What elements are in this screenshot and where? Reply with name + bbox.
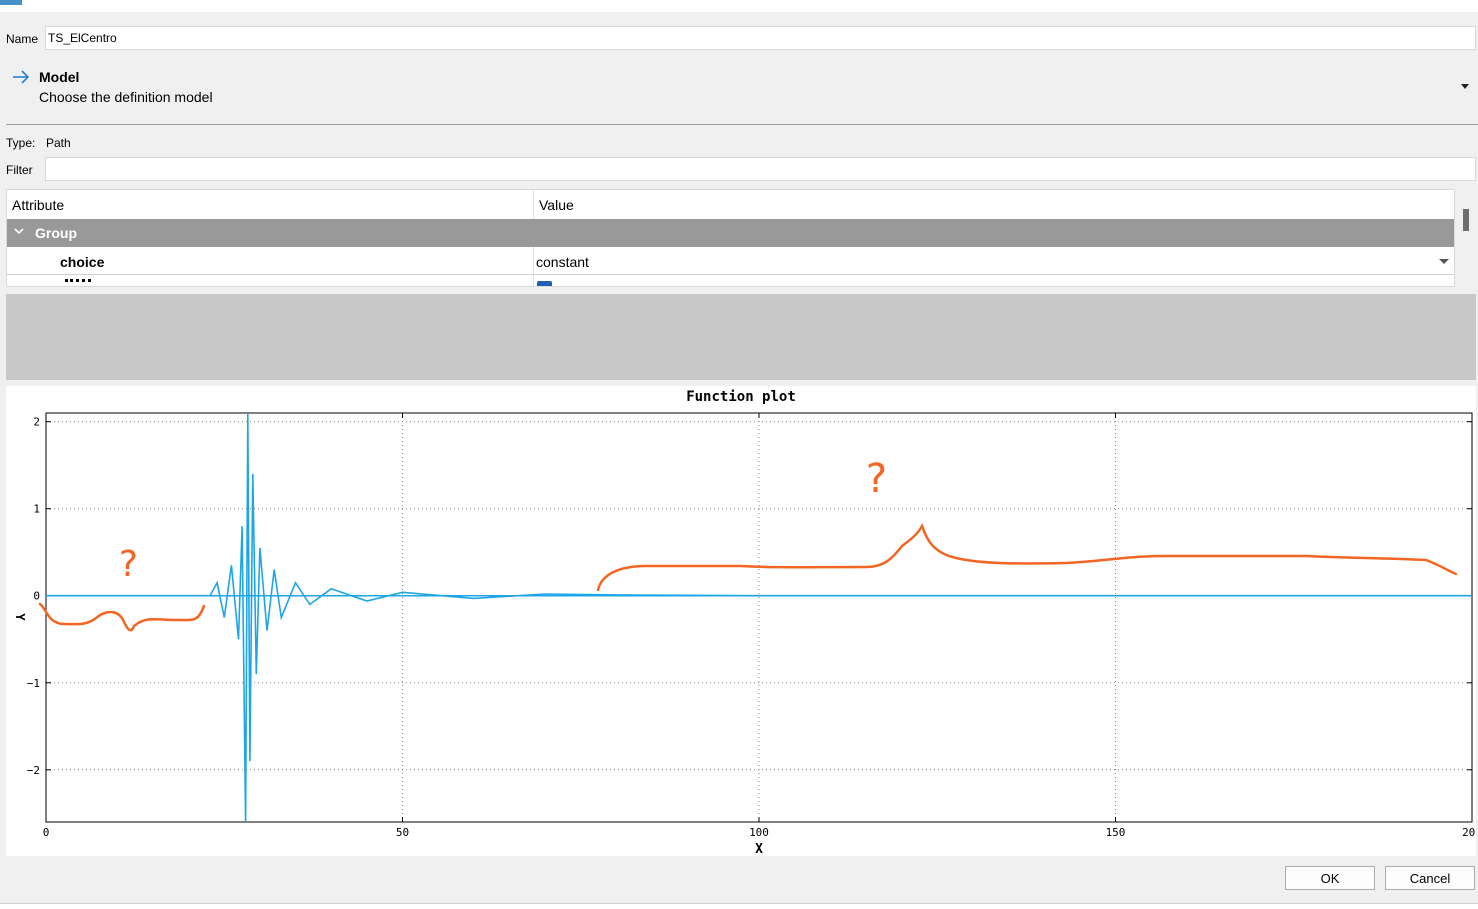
y-tick-label: 2 (33, 416, 40, 429)
model-subtitle: Choose the definition model (39, 89, 213, 105)
empty-panel (6, 294, 1476, 380)
cancel-button[interactable]: Cancel (1385, 866, 1475, 890)
name-input[interactable]: TS_ElCentro (45, 26, 1476, 50)
group-row[interactable]: Group (7, 219, 1454, 247)
x-tick-label: 150 (1106, 826, 1126, 839)
x-axis-label: X (755, 842, 763, 856)
partial-attribute-name (65, 279, 91, 286)
annotation-question-mark: ? (864, 456, 888, 502)
plot-canvas: 0 50 100 150 200 2 1 0 −1 −2 ?? X Y (13, 412, 1476, 856)
x-tick-label: 200 (1462, 826, 1476, 839)
scrollbar-thumb[interactable] (1463, 209, 1469, 231)
column-header-value[interactable]: Value (534, 190, 1434, 219)
arrow-right-icon (13, 70, 30, 84)
model-title: Model (39, 69, 80, 85)
type-value: Path (46, 136, 71, 150)
window-top-strip (0, 0, 1478, 12)
app-icon (0, 0, 22, 5)
chevron-down-icon[interactable] (1461, 84, 1469, 89)
ok-button[interactable]: OK (1285, 866, 1375, 890)
y-tick-label: −2 (27, 764, 40, 777)
y-tick-label: −1 (27, 677, 40, 690)
chevron-down-icon[interactable] (1439, 259, 1449, 264)
x-tick-label: 100 (749, 826, 769, 839)
y-axis-label: Y (13, 613, 27, 621)
filter-input[interactable] (45, 157, 1476, 181)
attribute-table: Attribute Value Group choice constant (6, 189, 1455, 287)
checkbox[interactable] (537, 281, 552, 286)
column-header-attribute[interactable]: Attribute (7, 190, 533, 219)
x-tick-label: 50 (396, 826, 409, 839)
annotation-question-mark: ? (117, 544, 139, 585)
filter-label: Filter (6, 163, 33, 177)
annotation-stroke (38, 602, 206, 632)
y-tick-label: 1 (33, 503, 40, 516)
chevron-down-icon[interactable] (14, 226, 24, 236)
attribute-name: choice (60, 254, 105, 270)
status-bar (0, 903, 1478, 909)
table-row: choice constant (7, 247, 1454, 275)
model-selector[interactable]: Model Choose the definition model (0, 62, 1478, 124)
type-label: Type: (6, 136, 36, 150)
name-label: Name (6, 32, 39, 46)
y-tick-label: 0 (33, 590, 40, 603)
scrollbar[interactable] (1457, 189, 1476, 287)
value-dropdown[interactable]: constant (536, 254, 589, 270)
group-label: Group (35, 225, 77, 241)
table-row-partial (7, 275, 1454, 286)
function-plot: Function plot 050100150200210−1−2 ?? X Y (6, 386, 1476, 856)
x-tick-label: 0 (43, 826, 50, 839)
annotation-stroke (596, 522, 1458, 592)
divider (6, 124, 1478, 125)
